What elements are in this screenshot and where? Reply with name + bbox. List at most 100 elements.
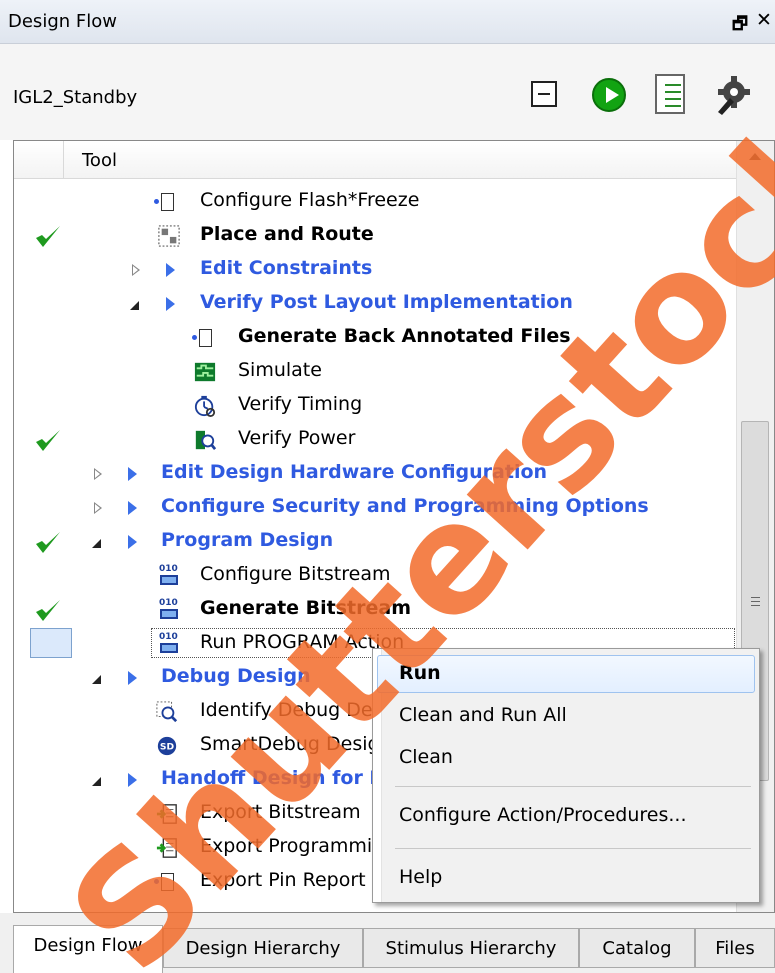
menu-item-label: Help bbox=[399, 866, 443, 888]
tree-row-label: Verify Post Layout Implementation bbox=[200, 291, 573, 313]
group-arrow-icon bbox=[166, 297, 175, 311]
collapse-icon[interactable] bbox=[130, 301, 139, 310]
bullet-icon bbox=[154, 199, 159, 204]
tree-row-label: Debug Design bbox=[161, 665, 311, 687]
document-icon bbox=[161, 193, 174, 211]
bullet-icon bbox=[192, 335, 197, 340]
menu-item-clean[interactable]: Clean bbox=[377, 739, 755, 777]
scroll-up-icon[interactable] bbox=[749, 153, 761, 160]
tree-row-label: Place and Route bbox=[200, 223, 374, 245]
export-icon bbox=[156, 838, 177, 858]
document-icon bbox=[199, 329, 212, 347]
expand-icon[interactable] bbox=[94, 502, 102, 514]
tree-row-label: Edit Design Hardware Configuration bbox=[161, 461, 548, 483]
tab-label: Catalog bbox=[602, 938, 672, 959]
selected-status-cell bbox=[30, 628, 72, 658]
float-window-icon[interactable]: 🗗 bbox=[732, 11, 748, 40]
checkmark-icon bbox=[36, 532, 60, 553]
collapse-icon[interactable] bbox=[92, 777, 101, 786]
panel-title-bar: Design Flow 🗗 ✕ bbox=[0, 0, 775, 44]
panel-title: Design Flow bbox=[8, 11, 117, 32]
menu-item-label: Clean and Run All bbox=[399, 704, 567, 726]
tree-row-label: Verify Timing bbox=[238, 393, 363, 415]
expand-icon[interactable] bbox=[94, 468, 102, 480]
collapse-icon[interactable] bbox=[92, 539, 101, 548]
options-gear-icon[interactable] bbox=[712, 74, 754, 116]
tab-stimulus-hierarchy[interactable]: Stimulus Hierarchy bbox=[363, 928, 579, 968]
tab-design-hierarchy[interactable]: Design Hierarchy bbox=[163, 928, 363, 968]
smartdebug-icon: SD bbox=[157, 736, 177, 756]
project-name: IGL2_Standby bbox=[13, 87, 138, 108]
menu-item-configure-action[interactable]: Configure Action/Procedures... bbox=[377, 797, 755, 835]
document-icon bbox=[161, 873, 174, 891]
status-column-header[interactable] bbox=[14, 141, 64, 179]
tree-row-label: Export Pin Report bbox=[200, 869, 366, 891]
bullet-icon bbox=[154, 879, 159, 884]
tab-files[interactable]: Files bbox=[695, 928, 775, 968]
simulate-icon bbox=[194, 362, 216, 382]
power-verify-icon bbox=[195, 430, 216, 451]
menu-item-label: Configure Action/Procedures... bbox=[399, 804, 687, 826]
tab-catalog[interactable]: Catalog bbox=[579, 928, 695, 968]
tree-row-label: Generate Bitstream bbox=[200, 597, 412, 619]
collapse-all-icon[interactable] bbox=[531, 81, 557, 107]
menu-separator bbox=[395, 848, 751, 849]
tree-row-label: Export Bitstream bbox=[200, 801, 361, 823]
tree-row[interactable]: 010 Generate Bitstream bbox=[14, 593, 736, 627]
tree-row-label: Verify Power bbox=[238, 427, 356, 449]
close-icon[interactable]: ✕ bbox=[756, 9, 772, 31]
tree-row[interactable]: Generate Back Annotated Files bbox=[14, 321, 736, 355]
tree-row-label: Program Design bbox=[161, 529, 334, 551]
tree-row[interactable]: Simulate bbox=[14, 355, 736, 389]
tree-row[interactable]: Place and Route bbox=[14, 219, 736, 253]
expand-icon[interactable] bbox=[132, 264, 140, 276]
export-icon bbox=[156, 804, 177, 824]
tab-label: Design Hierarchy bbox=[185, 938, 341, 959]
tree-row[interactable]: Verify Post Layout Implementation bbox=[14, 287, 736, 321]
checkmark-icon bbox=[36, 600, 60, 621]
bottom-tab-bar: Design Flow Design Hierarchy Stimulus Hi… bbox=[0, 913, 775, 973]
group-arrow-icon bbox=[128, 467, 137, 481]
report-icon[interactable] bbox=[655, 74, 685, 114]
collapse-icon[interactable] bbox=[92, 675, 101, 684]
tree-row[interactable]: Verify Timing bbox=[14, 389, 736, 423]
tree-row[interactable]: Verify Power bbox=[14, 423, 736, 457]
menu-item-clean-and-run-all[interactable]: Clean and Run All bbox=[377, 697, 755, 735]
tab-design-flow[interactable]: Design Flow bbox=[13, 925, 163, 973]
bitstream-icon: 010 bbox=[156, 564, 182, 588]
tree-row[interactable]: Edit Constraints bbox=[14, 253, 736, 287]
tree-row[interactable]: Configure Flash*Freeze bbox=[14, 185, 736, 219]
tree-row-label: Configure Flash*Freeze bbox=[200, 189, 420, 211]
menu-item-label: Clean bbox=[399, 746, 453, 768]
stopwatch-icon bbox=[194, 395, 216, 417]
menu-item-label: Run bbox=[399, 662, 441, 684]
bitstream-icon: 010 bbox=[156, 598, 182, 622]
checkmark-icon bbox=[36, 430, 60, 451]
tab-label: Stimulus Hierarchy bbox=[385, 938, 557, 959]
tree-row-label: Edit Constraints bbox=[200, 257, 373, 279]
tab-label: Files bbox=[715, 938, 755, 959]
tree-row-label: Configure Bitstream bbox=[200, 563, 391, 585]
tree-row-label: Simulate bbox=[238, 359, 322, 381]
group-arrow-icon bbox=[128, 773, 137, 787]
group-arrow-icon bbox=[128, 535, 137, 549]
tree-row[interactable]: Edit Design Hardware Configuration bbox=[14, 457, 736, 491]
tree-row[interactable]: Program Design bbox=[14, 525, 736, 559]
run-icon[interactable] bbox=[592, 78, 626, 112]
tree-row[interactable]: 010 Configure Bitstream bbox=[14, 559, 736, 593]
tree-header: Tool bbox=[14, 141, 736, 179]
checkmark-icon bbox=[36, 226, 60, 247]
menu-item-help[interactable]: Help bbox=[377, 859, 755, 897]
tree-row-label: Generate Back Annotated Files bbox=[238, 325, 571, 347]
menu-item-run[interactable]: Run bbox=[377, 655, 755, 693]
svg-text:SD: SD bbox=[160, 742, 175, 753]
bitstream-icon: 010 bbox=[156, 632, 182, 656]
place-route-icon bbox=[158, 225, 180, 247]
tree-row-label: Configure Security and Programming Optio… bbox=[161, 495, 649, 517]
tree-row[interactable]: Configure Security and Programming Optio… bbox=[14, 491, 736, 525]
group-arrow-icon bbox=[128, 501, 137, 515]
tree-row-label: SmartDebug Design bbox=[200, 733, 392, 755]
identify-icon bbox=[156, 701, 178, 723]
tool-column-header[interactable]: Tool bbox=[82, 150, 117, 171]
tab-label: Design Flow bbox=[33, 935, 143, 956]
